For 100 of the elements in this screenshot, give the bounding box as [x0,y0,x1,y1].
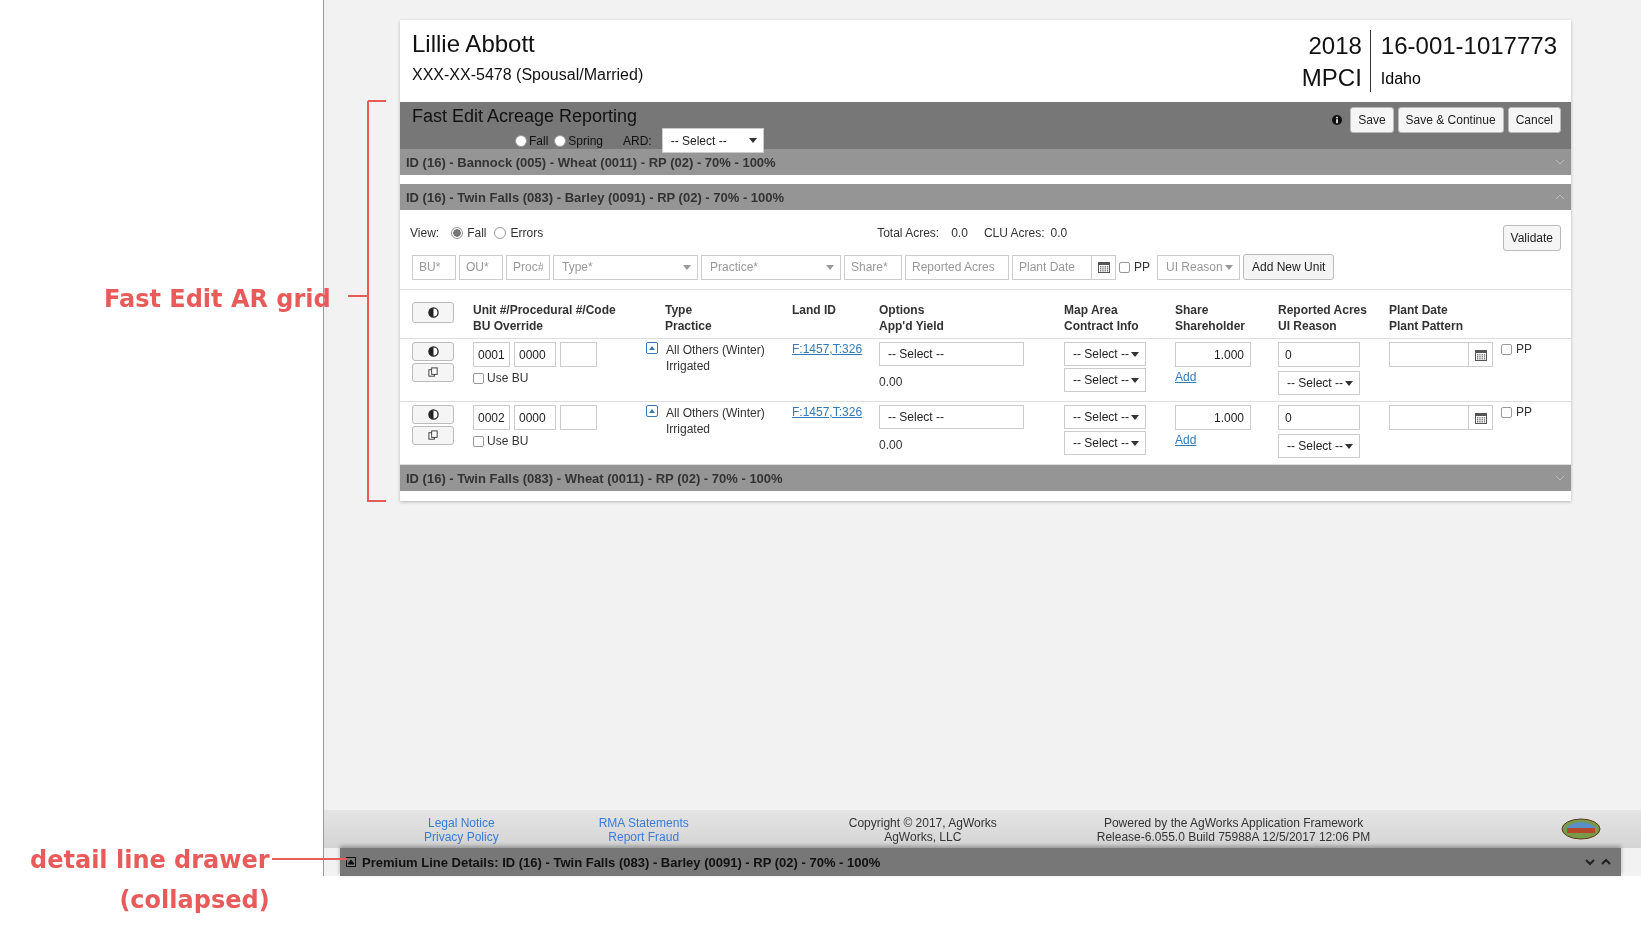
calendar-button[interactable] [1469,342,1493,367]
toggle-button[interactable] [412,342,454,361]
chevron-down-icon [1555,475,1565,481]
caret-down-icon [1345,443,1353,449]
row-reason-select[interactable]: -- Select -- [1278,371,1360,395]
toolbar-button[interactable]: Cancel [1507,107,1561,133]
caret-down-icon [1225,264,1233,270]
chevron-up-icon [1555,194,1565,200]
type-text: All Others (Winter) [666,405,765,421]
calendar-icon[interactable] [1474,348,1487,361]
toolbar-button[interactable]: Save [1350,107,1394,133]
entry-field[interactable]: Share* [844,254,902,280]
clu-acres-value: 0.0 [1050,226,1068,240]
validate-button[interactable]: Validate [1502,225,1561,251]
caret-down-icon [1131,351,1139,357]
checkbox[interactable] [473,372,484,384]
ard-label: ARD: [623,133,652,148]
section-header[interactable]: ID (16) - Twin Falls (083) - Barley (0091) - RP (02) - 70% - 100% [400,184,1571,210]
toolbar-button[interactable]: Save & Continue [1397,107,1504,133]
radio-button[interactable] [494,227,507,239]
land-id-link[interactable]: F:1457,T:326 [792,405,863,419]
plant-date-field[interactable] [1389,342,1469,367]
procedural-field[interactable]: 0000 [514,405,556,430]
toggle-button[interactable] [412,302,454,323]
column-header: Plant Date [1389,302,1449,318]
toolbar-title: Fast Edit Acreage Reporting [412,106,639,127]
entry-field[interactable]: Reported Acres [905,254,1009,280]
column-header: App'd Yield [879,318,945,334]
land-id-link[interactable]: F:1457,T:326 [792,342,863,356]
add-link[interactable]: Add [1175,370,1197,384]
radio-button[interactable] [554,134,567,147]
customer-name: Lillie Abbott [412,30,536,58]
contrast-icon [427,409,439,420]
row-acres-field[interactable]: 0 [1278,342,1360,367]
checkbox[interactable] [473,435,484,447]
radio-button[interactable] [451,227,464,239]
copy-icon [427,430,439,441]
view-label: View: [410,226,440,240]
row-reason-select[interactable]: -- Select -- [1278,434,1360,458]
options-select[interactable]: -- Select -- [879,405,1024,429]
column-header: Contract Info [1064,318,1140,334]
entry-field[interactable]: OU* [459,254,503,280]
contract-select[interactable]: -- Select -- [1064,431,1146,455]
release-text: Powered by the AgWorks Application Framework [1103,816,1364,830]
collapse-icon[interactable] [646,405,658,417]
section-header[interactable]: ID (16) - Bannock (005) - Wheat (0011) - RP (02) - 70% - 100% [400,149,1571,175]
calendar-button[interactable] [1469,405,1493,430]
total-acres-label: Total Acres: [877,226,940,240]
state-name: Idaho [1380,70,1422,88]
checkbox[interactable] [1501,406,1512,418]
checkbox[interactable] [1501,343,1512,355]
radio-button[interactable] [515,134,527,147]
calendar-button[interactable] [1092,254,1116,280]
row-share-field[interactable]: 1.000 [1175,405,1251,430]
contract-select[interactable]: -- Select -- [1064,368,1146,392]
copyright-text: AgWorks, LLC [884,830,962,844]
calendar-icon[interactable] [1097,261,1110,273]
checkbox-label: PP [1134,260,1150,274]
total-acres-value: 0.0 [951,226,968,240]
column-header: Shareholder [1175,318,1247,334]
program-name: MPCI [1301,63,1362,93]
caret-down-icon [1131,377,1139,383]
unit-field[interactable]: 0002 [473,405,510,430]
copy-button[interactable] [412,363,454,382]
drawer-bar[interactable]: Premium Line Details: ID (16) - Twin Falls (083) - Barley (0091) - RP (02) - 70% - 100% [340,848,1621,876]
options-select[interactable]: -- Select -- [879,342,1024,366]
entry-field[interactable]: BU* [412,254,456,280]
map-area-select[interactable]: -- Select -- [1064,342,1146,366]
add-unit-button[interactable]: Add New Unit [1243,254,1335,280]
caret-down-icon [683,264,691,270]
section-header[interactable]: ID (16) - Twin Falls (083) - Wheat (0011) - RP (02) - 70% - 100% [400,465,1571,491]
checkbox-label: PP [1516,342,1532,356]
yield-text: 0.00 [879,374,904,390]
column-header: Plant Pattern [1389,318,1464,334]
date-field[interactable]: Plant Date [1012,254,1092,280]
type-text: All Others (Winter) [666,342,765,358]
code-field[interactable] [560,405,597,430]
copy-button[interactable] [412,426,454,445]
add-link[interactable]: Add [1175,433,1197,447]
ard-select[interactable]: -- Select -- [661,128,764,153]
caret-down-icon [1131,440,1139,446]
release-text: Release-6.055.0 Build 75988A 12/5/2017 12:06 PM [1096,830,1371,844]
radio-label: Errors [510,226,544,240]
column-header: Map Area [1064,302,1119,318]
contrast-icon [427,307,439,318]
info-icon[interactable] [1332,115,1343,125]
procedural-field[interactable]: 0000 [514,342,556,367]
calendar-icon[interactable] [1474,411,1487,424]
checkbox-label: PP [1516,405,1532,419]
toggle-button[interactable] [412,405,454,424]
row-acres-field[interactable]: 0 [1278,405,1360,430]
unit-field[interactable]: 0001 [473,342,510,367]
plant-date-field[interactable] [1389,405,1469,430]
map-area-select[interactable]: -- Select -- [1064,405,1146,429]
yield-text: 0.00 [879,437,904,453]
code-field[interactable] [560,342,597,367]
collapse-icon[interactable] [646,342,658,354]
checkbox[interactable] [1119,261,1130,273]
row-share-field[interactable]: 1.000 [1175,342,1251,367]
radio-label: Fall [467,226,487,240]
